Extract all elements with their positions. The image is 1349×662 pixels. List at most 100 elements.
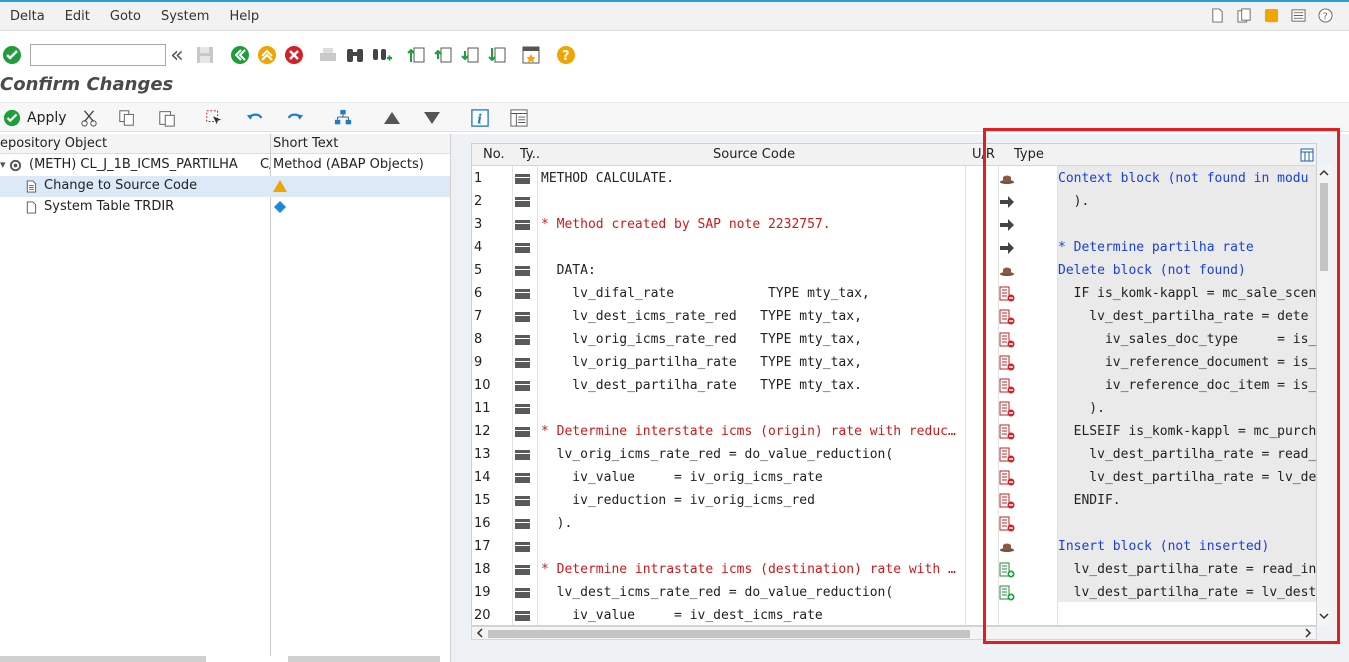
delta-text-cell: lv_dest_partilha_rate = read_in	[1058, 562, 1317, 577]
table-row[interactable]: 20 iv_value = iv_dest_icms_rate	[472, 604, 1316, 625]
paste-icon[interactable]	[158, 109, 176, 127]
line-type-icon	[515, 427, 530, 437]
find-next-icon[interactable]	[372, 45, 392, 65]
table-row[interactable]: 17 Insert block (not inserted)	[472, 535, 1316, 558]
table-row[interactable]: 16 ).	[472, 512, 1316, 535]
page-icon	[26, 201, 37, 214]
undo-icon[interactable]	[245, 109, 265, 127]
menu-help[interactable]: Help	[219, 9, 269, 24]
header-no[interactable]: No.	[483, 147, 505, 162]
redo-icon[interactable]	[285, 109, 305, 127]
source-code-cell: ).	[541, 516, 573, 531]
tree-hscroll-thumb[interactable]	[0, 656, 206, 662]
menu-system[interactable]: System	[151, 9, 219, 24]
select-icon[interactable]	[205, 109, 223, 127]
table-row[interactable]: 2 ).	[472, 190, 1316, 213]
tree-expand-icon[interactable]: ▾	[0, 158, 6, 171]
note-icon[interactable]	[1264, 8, 1279, 23]
delta-text-cell: IF is_komk-kappl = mc_sale_scen	[1058, 286, 1317, 301]
menu-goto[interactable]: Goto	[100, 9, 151, 24]
delta-text-cell: lv_dest_partilha_rate = lv_dest	[1058, 585, 1317, 600]
shorttext-hscroll-thumb[interactable]	[288, 656, 440, 662]
header-ur[interactable]: U/R	[972, 147, 995, 162]
table-row[interactable]: 12 * Determine interstate icms (origin) r…	[472, 420, 1316, 443]
scroll-right-icon[interactable]	[1302, 627, 1314, 639]
table-row[interactable]: 18 * Determine intrastate icms (destinati…	[472, 558, 1317, 581]
cut-icon[interactable]	[80, 109, 98, 127]
first-page-icon[interactable]	[406, 45, 426, 65]
header-type-short[interactable]: Ty..	[520, 147, 540, 162]
svg-text:i: i	[477, 111, 482, 126]
tree-header-object[interactable]: epository Object	[0, 136, 107, 151]
line-type-icon	[515, 358, 530, 368]
insert-line-icon	[999, 562, 1015, 578]
table-row[interactable]: 9 lv_orig_partilha_rate TYPE mty_tax, iv…	[472, 351, 1316, 374]
help-icon[interactable]: ?	[1318, 8, 1333, 23]
table-row[interactable]: 8 lv_orig_icms_rate_red TYPE mty_tax, iv…	[472, 328, 1316, 351]
enter-check-icon[interactable]	[2, 45, 22, 65]
header-type[interactable]: Type	[1014, 147, 1044, 162]
column-settings-icon[interactable]	[1300, 148, 1314, 162]
hscroll-thumb[interactable]	[488, 630, 970, 638]
info-icon[interactable]: i	[471, 109, 489, 127]
table-row[interactable]: 6 lv_difal_rate TYPE mty_tax, IF is_komk…	[472, 282, 1317, 305]
table-row[interactable]: 7 lv_dest_icms_rate_red TYPE mty_tax, lv…	[472, 305, 1316, 328]
tree-header-short-text[interactable]: Short Text	[273, 136, 338, 151]
table-row[interactable]: 11 ).	[472, 397, 1316, 420]
structure-icon[interactable]	[333, 109, 353, 127]
back-icon[interactable]	[230, 45, 250, 65]
method-gear-icon	[9, 159, 22, 172]
apply-button[interactable]: Apply	[3, 109, 67, 127]
scroll-down-icon[interactable]	[1317, 609, 1331, 623]
source-code-cell: lv_dest_icms_rate_red TYPE mty_tax,	[541, 309, 862, 324]
grid-horizontal-scrollbar[interactable]	[471, 626, 1317, 640]
source-code-cell: * Determine interstate icms (origin) rat…	[541, 424, 956, 439]
move-down-icon[interactable]	[423, 110, 441, 126]
copy-icon[interactable]	[118, 109, 136, 127]
new-document-icon[interactable]	[1210, 8, 1225, 23]
table-row[interactable]: 15 iv_reduction = iv_orig_icms_red ENDIF…	[472, 489, 1316, 512]
menu-delta[interactable]: Delta	[0, 9, 55, 24]
scroll-left-icon[interactable]	[474, 627, 486, 639]
table-row[interactable]: 13 lv_orig_icms_rate_red = do_value_redu…	[472, 443, 1317, 466]
next-page-icon[interactable]	[460, 45, 480, 65]
scroll-up-icon[interactable]	[1317, 166, 1331, 180]
delete-line-icon	[999, 447, 1015, 463]
table-row[interactable]: 10 lv_dest_partilha_rate TYPE mty_tax. i…	[472, 374, 1316, 397]
table-row[interactable]: 19 lv_dest_icms_rate_red = do_value_redu…	[472, 581, 1317, 604]
table-row[interactable]: 5 DATA: Delete block (not found)	[472, 259, 1316, 282]
find-icon[interactable]	[345, 45, 365, 65]
copy-document-icon[interactable]	[1237, 8, 1252, 23]
delta-text-cell: lv_dest_partilha_rate = read_	[1058, 447, 1317, 462]
tree-row-label: (METH) CL_J_1B_ICMS_PARTILHA	[29, 157, 238, 172]
line-number: 18	[474, 562, 491, 577]
cancel-icon[interactable]	[284, 45, 304, 65]
line-number: 17	[474, 539, 491, 554]
line-type-icon	[515, 565, 530, 575]
exit-icon[interactable]	[257, 45, 277, 65]
collapse-command-icon[interactable]: «	[167, 43, 187, 68]
table-row[interactable]: 14 iv_value = iv_orig_icms_rate lv_dest_…	[472, 466, 1316, 489]
tree-row-method[interactable]: ▾ (METH) CL_J_1B_ICMS_PARTILHA C/ Method…	[0, 155, 450, 176]
command-field[interactable]	[30, 44, 166, 66]
tree-row-system-table[interactable]: System Table TRDIR	[0, 197, 450, 218]
help-question-icon[interactable]: ?	[556, 45, 576, 65]
grid-vertical-scrollbar[interactable]	[1317, 165, 1332, 626]
layout-toggle-icon[interactable]	[510, 109, 528, 127]
save-icon	[195, 45, 215, 65]
menu-edit[interactable]: Edit	[55, 9, 100, 24]
hat-icon	[999, 263, 1015, 279]
line-type-icon	[515, 243, 530, 253]
new-session-icon[interactable]	[521, 45, 541, 65]
table-row[interactable]: 3 * Method created by SAP note 2232757.	[472, 213, 1316, 236]
table-row[interactable]: 1 METHOD CALCULATE. Context block (not fou…	[472, 167, 1316, 190]
layout-icon[interactable]	[1291, 8, 1306, 23]
header-source-code[interactable]: Source Code	[713, 147, 795, 162]
vscroll-thumb[interactable]	[1320, 183, 1328, 271]
tree-row-source-change[interactable]: Change to Source Code	[0, 176, 450, 197]
last-page-icon[interactable]	[487, 45, 507, 65]
source-code-cell: lv_dest_partilha_rate TYPE mty_tax.	[541, 378, 862, 393]
move-up-icon[interactable]	[383, 110, 401, 126]
previous-page-icon[interactable]	[433, 45, 453, 65]
table-row[interactable]: 4 * Determine partilha rate	[472, 236, 1316, 259]
